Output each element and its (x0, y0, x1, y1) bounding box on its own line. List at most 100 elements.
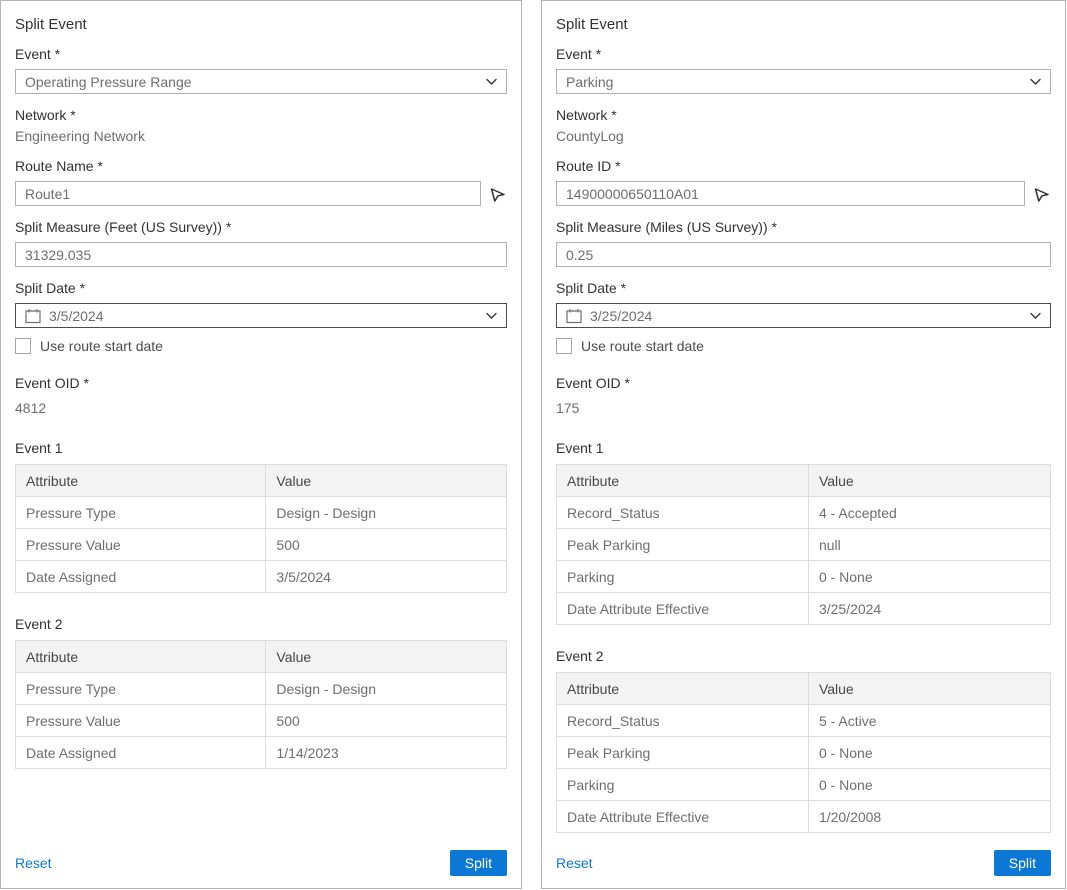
split-event-panel-right: Split Event Event * Parking Network * Co… (541, 0, 1066, 889)
route-label: Route Name * (15, 158, 507, 175)
event2-table: Attribute Value Pressure TypeDesign - De… (15, 640, 507, 769)
event-oid-label: Event OID * (15, 375, 507, 392)
event-select-value: Parking (566, 74, 1030, 90)
table-cell: 3/25/2024 (808, 593, 1050, 625)
chevron-down-icon (486, 78, 497, 86)
table-row: Peak Parking0 - None (557, 737, 1051, 769)
reset-button[interactable]: Reset (15, 855, 52, 871)
event1-heading: Event 1 (556, 440, 1051, 456)
network-label: Network * (556, 107, 1051, 124)
table-cell: 500 (266, 705, 507, 737)
split-measure-label: Split Measure (Miles (US Survey)) * (556, 219, 1051, 236)
table-row: Pressure TypeDesign - Design (16, 497, 507, 529)
table-cell: 5 - Active (808, 705, 1050, 737)
table-row: Peak Parkingnull (557, 529, 1051, 561)
pointer-arrow-icon[interactable] (1033, 185, 1051, 203)
table-cell: Date Attribute Effective (557, 593, 809, 625)
route-input[interactable] (15, 181, 481, 206)
use-route-start-date-row: Use route start date (15, 338, 507, 354)
table-row: Pressure TypeDesign - Design (16, 673, 507, 705)
split-button[interactable]: Split (994, 850, 1051, 876)
use-route-start-date-label: Use route start date (40, 338, 163, 354)
split-date-value: 3/25/2024 (590, 308, 1030, 324)
table-row: Record_Status4 - Accepted (557, 497, 1051, 529)
table-row: Record_Status5 - Active (557, 705, 1051, 737)
event-select[interactable]: Parking (556, 69, 1051, 94)
page-title: Split Event (15, 16, 507, 33)
event2-table: Attribute Value Record_Status5 - ActiveP… (556, 672, 1051, 833)
table-cell: Design - Design (266, 673, 507, 705)
split-measure-input[interactable] (15, 242, 507, 267)
table-cell: 1/14/2023 (266, 737, 507, 769)
table-cell: Pressure Value (16, 705, 266, 737)
table-cell: 0 - None (808, 561, 1050, 593)
table-row: Pressure Value500 (16, 705, 507, 737)
use-route-start-date-checkbox[interactable] (15, 338, 31, 354)
pointer-arrow-icon[interactable] (489, 185, 507, 203)
use-route-start-date-label: Use route start date (581, 338, 704, 354)
split-event-panel-left: Split Event Event * Operating Pressure R… (0, 0, 522, 889)
table-row: Date Assigned1/14/2023 (16, 737, 507, 769)
table-cell: 0 - None (808, 769, 1050, 801)
network-value: CountyLog (556, 127, 1051, 145)
page-title: Split Event (556, 16, 1051, 33)
split-date-input[interactable]: 3/25/2024 (556, 303, 1051, 328)
event-oid-value: 175 (556, 399, 1051, 417)
split-measure-input[interactable] (556, 242, 1051, 267)
value-column-header: Value (266, 465, 507, 497)
event-label: Event * (15, 46, 507, 63)
panel-footer: Reset Split (556, 850, 1051, 876)
split-date-value: 3/5/2024 (49, 308, 486, 324)
attribute-column-header: Attribute (16, 641, 266, 673)
event-select-value: Operating Pressure Range (25, 74, 486, 90)
event-select[interactable]: Operating Pressure Range (15, 69, 507, 94)
chevron-down-icon (486, 312, 497, 320)
event2-heading: Event 2 (556, 648, 1051, 664)
split-date-input[interactable]: 3/5/2024 (15, 303, 507, 328)
table-cell: 500 (266, 529, 507, 561)
table-row: Date Assigned3/5/2024 (16, 561, 507, 593)
event2-heading: Event 2 (15, 616, 507, 632)
value-column-header: Value (808, 673, 1050, 705)
table-header-row: Attribute Value (557, 465, 1051, 497)
split-measure-label: Split Measure (Feet (US Survey)) * (15, 219, 507, 236)
attribute-column-header: Attribute (16, 465, 266, 497)
table-cell: Peak Parking (557, 529, 809, 561)
table-cell: Pressure Type (16, 673, 266, 705)
panel-footer: Reset Split (15, 850, 507, 876)
reset-button[interactable]: Reset (556, 855, 593, 871)
table-cell: 4 - Accepted (808, 497, 1050, 529)
table-header-row: Attribute Value (16, 465, 507, 497)
chevron-down-icon (1030, 78, 1041, 86)
table-cell: Parking (557, 561, 809, 593)
table-cell: Record_Status (557, 497, 809, 529)
attribute-column-header: Attribute (557, 465, 809, 497)
route-input[interactable] (556, 181, 1025, 206)
split-button[interactable]: Split (450, 850, 507, 876)
event-oid-value: 4812 (15, 399, 507, 417)
value-column-header: Value (808, 465, 1050, 497)
table-row: Date Attribute Effective3/25/2024 (557, 593, 1051, 625)
table-cell: Record_Status (557, 705, 809, 737)
table-cell: 3/5/2024 (266, 561, 507, 593)
table-row: Date Attribute Effective1/20/2008 (557, 801, 1051, 833)
network-label: Network * (15, 107, 507, 124)
table-cell: null (808, 529, 1050, 561)
network-value: Engineering Network (15, 127, 507, 145)
table-cell: Peak Parking (557, 737, 809, 769)
calendar-icon (566, 308, 582, 324)
table-header-row: Attribute Value (557, 673, 1051, 705)
table-cell: 1/20/2008 (808, 801, 1050, 833)
table-cell: Parking (557, 769, 809, 801)
table-cell: Pressure Type (16, 497, 266, 529)
event1-table: Attribute Value Pressure TypeDesign - De… (15, 464, 507, 593)
table-row: Parking0 - None (557, 769, 1051, 801)
table-cell: Date Assigned (16, 561, 266, 593)
event-label: Event * (556, 46, 1051, 63)
route-label: Route ID * (556, 158, 1051, 175)
split-date-label: Split Date * (556, 280, 1051, 297)
table-cell: 0 - None (808, 737, 1050, 769)
use-route-start-date-checkbox[interactable] (556, 338, 572, 354)
table-cell: Pressure Value (16, 529, 266, 561)
table-cell: Design - Design (266, 497, 507, 529)
